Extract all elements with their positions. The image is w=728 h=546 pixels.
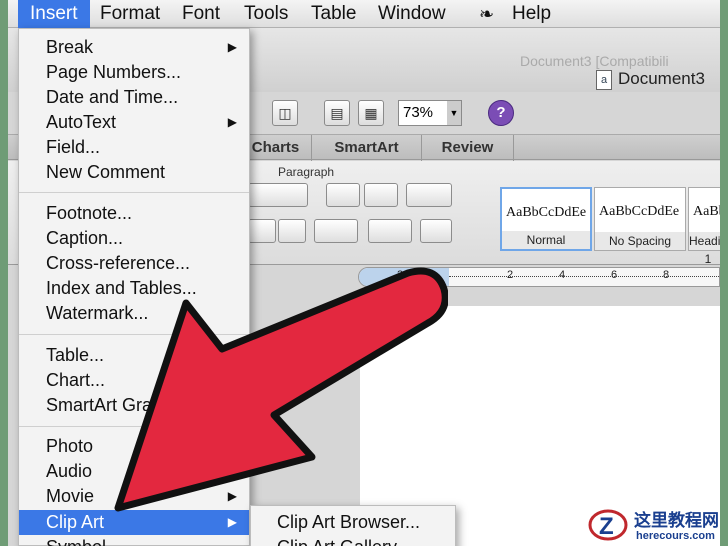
screenshot-stage: Insert Format Font Tools Table Window ❧ … — [8, 0, 720, 546]
menu-item-new-comment[interactable]: New Comment — [19, 160, 249, 185]
menu-item-date-time[interactable]: Date and Time... — [19, 85, 249, 110]
menu-item-label: Field... — [46, 137, 101, 157]
svg-text:Z: Z — [599, 513, 614, 540]
ruler-ticks — [449, 276, 720, 280]
menu-item-field[interactable]: Field... — [19, 135, 249, 160]
menu-bar: Insert Format Font Tools Table Window ❧ … — [8, 0, 720, 28]
menu-item-break[interactable]: Break ▶ — [19, 35, 249, 60]
standard-toolbar: ◫ ▤ ▦ 73% ▼ ? — [248, 96, 720, 132]
menu-item-label: AutoText — [46, 112, 117, 132]
menu-separator — [19, 192, 249, 193]
menu-window[interactable]: Window — [378, 3, 446, 25]
menu-tools[interactable]: Tools — [244, 3, 288, 25]
increase-indent-icon[interactable] — [364, 183, 398, 207]
tab-review[interactable]: Review — [422, 135, 514, 161]
menu-item-label: Photo — [46, 436, 94, 456]
menu-font[interactable]: Font — [182, 3, 220, 25]
menu-item-label: Date and Time... — [46, 87, 179, 107]
menu-item-page-numbers[interactable]: Page Numbers... — [19, 60, 249, 85]
submenu-arrow-icon: ▶ — [227, 40, 237, 54]
menu-item-label: Audio — [46, 461, 93, 481]
zoom-select[interactable]: 73% ▼ — [398, 100, 462, 126]
style-name: No Spacing — [595, 232, 685, 250]
menu-format[interactable]: Format — [100, 3, 160, 25]
tab-charts[interactable]: Charts — [240, 135, 312, 161]
ruler-number: 2 — [507, 269, 514, 281]
menu-item-symbol[interactable]: Symbol... — [19, 535, 249, 546]
document-icon: a — [596, 70, 612, 90]
ruler-number: 8 — [663, 269, 670, 281]
ruler-number: 6 — [611, 269, 618, 281]
style-name: Normal — [502, 231, 590, 249]
media-browser-icon[interactable]: ▦ — [358, 100, 384, 126]
menu-item-label: Movie — [46, 486, 95, 506]
style-sample: AaBbCcDdEe — [693, 204, 720, 219]
decrease-indent-icon[interactable] — [326, 183, 360, 207]
menu-item-footnote[interactable]: Footnote... — [19, 201, 249, 226]
annotation-arrow-icon — [114, 267, 448, 512]
style-no-spacing[interactable]: AaBbCcDdEe No Spacing — [594, 187, 686, 251]
watermark-text-cn: 这里教程网 — [634, 511, 719, 530]
submenu-arrow-icon: ▶ — [227, 115, 237, 129]
menu-item-label: Table... — [46, 345, 105, 365]
background-window-title: Document3 [Compatibili — [520, 53, 669, 69]
menu-item-label: Footnote... — [46, 203, 133, 223]
style-name: Heading 1 — [689, 232, 720, 266]
tab-smartart[interactable]: SmartArt — [312, 135, 422, 161]
menu-item-autotext[interactable]: AutoText ▶ — [19, 110, 249, 135]
paragraph-group-label: Paragraph — [278, 165, 335, 179]
submenu-item-clip-art-gallery[interactable]: Clip Art Gallery... — [251, 535, 455, 546]
menu-table[interactable]: Table — [311, 3, 356, 25]
style-sample: AaBbCcDdEe — [599, 204, 680, 219]
menu-item-label: Page Numbers... — [46, 62, 182, 82]
style-normal[interactable]: AaBbCcDdEe Normal — [500, 187, 592, 251]
zoom-value: 73% — [403, 104, 434, 121]
watermark-text-en: herecours.com — [636, 530, 715, 542]
ruler-number: 4 — [559, 269, 566, 281]
menu-help[interactable]: Help — [512, 3, 551, 25]
menu-item-label: Chart... — [46, 370, 106, 390]
sidebar-toggle-icon[interactable]: ◫ — [272, 100, 298, 126]
menu-item-label: New Comment — [46, 162, 166, 182]
site-watermark: Z 这里教程网 herecours.com — [582, 500, 720, 546]
script-menu-icon[interactable]: ❧ — [479, 3, 494, 25]
toolbox-icon[interactable]: ▤ — [324, 100, 350, 126]
menu-item-label: Symbol... — [46, 537, 121, 546]
watermark-logo-icon: Z — [588, 509, 628, 541]
list-icon[interactable] — [248, 183, 308, 207]
menu-insert[interactable]: Insert — [18, 0, 90, 28]
help-icon[interactable]: ? — [488, 100, 514, 126]
menu-item-label: Clip Art — [46, 512, 105, 532]
chevron-down-icon: ▼ — [447, 101, 461, 125]
columns-icon[interactable] — [406, 183, 452, 207]
menu-item-label: Break — [46, 37, 94, 57]
window-title: Document3 — [618, 69, 705, 88]
style-sample: AaBbCcDdEe — [506, 205, 587, 220]
style-heading-1[interactable]: AaBbCcDdEe Heading 1 — [688, 187, 720, 266]
